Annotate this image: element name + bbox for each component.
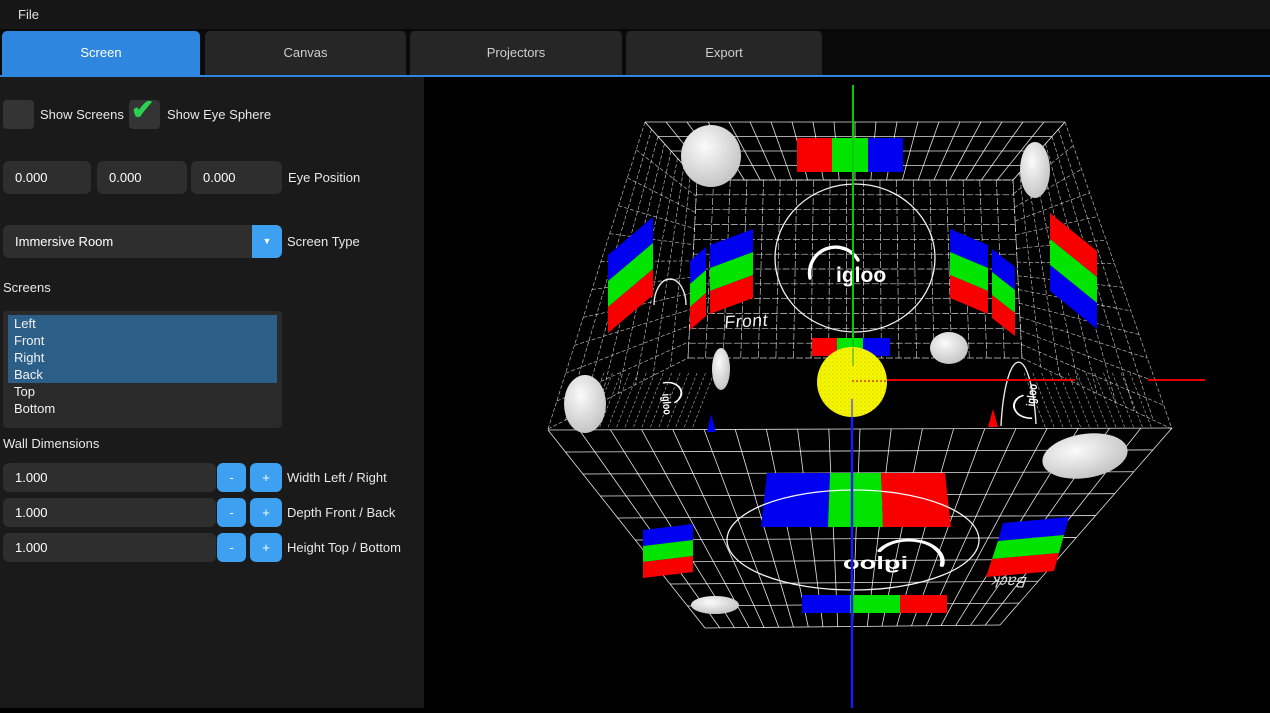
eye-sphere: [817, 347, 887, 417]
show-screens-label: Show Screens: [40, 100, 124, 129]
eye-position-y-input[interactable]: [97, 161, 187, 194]
front-wall-label: Front: [724, 310, 769, 332]
depth-front-back-input[interactable]: [3, 498, 216, 527]
check-icon: ✔: [131, 96, 154, 124]
height-minus-button[interactable]: -: [217, 533, 246, 562]
width-left-right-label: Width Left / Right: [287, 463, 387, 492]
listbox-item-back[interactable]: Back: [8, 366, 277, 383]
floor-rgb-bar: [761, 473, 951, 527]
depth-minus-button[interactable]: -: [217, 498, 246, 527]
chevron-down-icon[interactable]: ▼: [252, 225, 282, 258]
width-minus-button[interactable]: -: [217, 463, 246, 492]
screen-type-value: Immersive Room: [15, 225, 113, 258]
tab-bar: Screen Canvas Projectors Export: [0, 29, 1270, 77]
tab-screen[interactable]: Screen: [2, 31, 200, 75]
screens-section-label: Screens: [3, 280, 51, 295]
tab-canvas[interactable]: Canvas: [205, 31, 406, 75]
room-3d-scene: igloo: [424, 77, 1270, 708]
listbox-item-left[interactable]: Left: [8, 315, 277, 332]
tab-export[interactable]: Export: [626, 31, 822, 75]
screens-listbox[interactable]: Left Front Right Back Top Bottom: [3, 311, 282, 428]
listbox-item-right[interactable]: Right: [8, 349, 277, 366]
menu-bar: File: [0, 0, 1270, 29]
depth-front-back-label: Depth Front / Back: [287, 498, 395, 527]
eye-position-x-input[interactable]: [3, 161, 91, 194]
back-wall-label: Back: [989, 573, 1029, 590]
height-top-bottom-input[interactable]: [3, 533, 216, 562]
left-lower-hatch: [424, 77, 714, 429]
wall-dimensions-section-label: Wall Dimensions: [3, 436, 99, 451]
height-top-bottom-label: Height Top / Bottom: [287, 533, 401, 562]
height-plus-button[interactable]: +: [250, 533, 282, 562]
right-lower-hatch: [424, 77, 1152, 429]
igloo-logo-left-wall: [658, 382, 683, 416]
igloo-logo-front: [810, 247, 887, 287]
width-left-right-input[interactable]: [3, 463, 216, 492]
screen-type-label: Screen Type: [287, 225, 360, 258]
show-screens-checkbox[interactable]: [3, 100, 34, 129]
listbox-item-front[interactable]: Front: [8, 332, 277, 349]
ceiling-rgb-bar: [797, 138, 903, 172]
igloo-logo-floor-mirrored: [843, 540, 943, 572]
eye-position-label: Eye Position: [288, 161, 360, 194]
eye-position-z-input[interactable]: [191, 161, 282, 194]
igloo-logo-right-wall: [1013, 382, 1041, 419]
room-3d-viewport[interactable]: igloo: [424, 77, 1270, 708]
blue-cone-marker: [707, 414, 716, 432]
back-wall-rgb-bar: [802, 595, 947, 613]
depth-plus-button[interactable]: +: [250, 498, 282, 527]
red-cone-marker: [988, 409, 998, 427]
tab-projectors[interactable]: Projectors: [410, 31, 622, 75]
listbox-item-top[interactable]: Top: [8, 383, 277, 400]
right-wall-rgb-patch: [1050, 213, 1097, 329]
left-wall-rgb-patch: [608, 217, 653, 333]
screen-type-select[interactable]: Immersive Room ▼: [3, 225, 282, 258]
file-menu[interactable]: File: [0, 0, 57, 29]
right-wall-rgb-sliver: [992, 249, 1015, 336]
settings-panel: Show Screens ✔ Show Eye Sphere Eye Posit…: [0, 77, 424, 708]
left-wall-rgb-sliver: [690, 247, 706, 330]
front-wall-right-rgb-patch: [950, 229, 988, 314]
floor-right-rgb-patch: [986, 517, 1069, 577]
application-window: File Screen Canvas Projectors Export Sho…: [0, 0, 1270, 708]
show-eye-sphere-label: Show Eye Sphere: [167, 100, 271, 129]
front-wall-left-rgb-patch: [710, 229, 753, 314]
width-plus-button[interactable]: +: [250, 463, 282, 492]
listbox-item-bottom[interactable]: Bottom: [8, 400, 277, 417]
left-wall-arc: [654, 279, 686, 305]
floor-left-rgb-patch: [643, 524, 693, 578]
